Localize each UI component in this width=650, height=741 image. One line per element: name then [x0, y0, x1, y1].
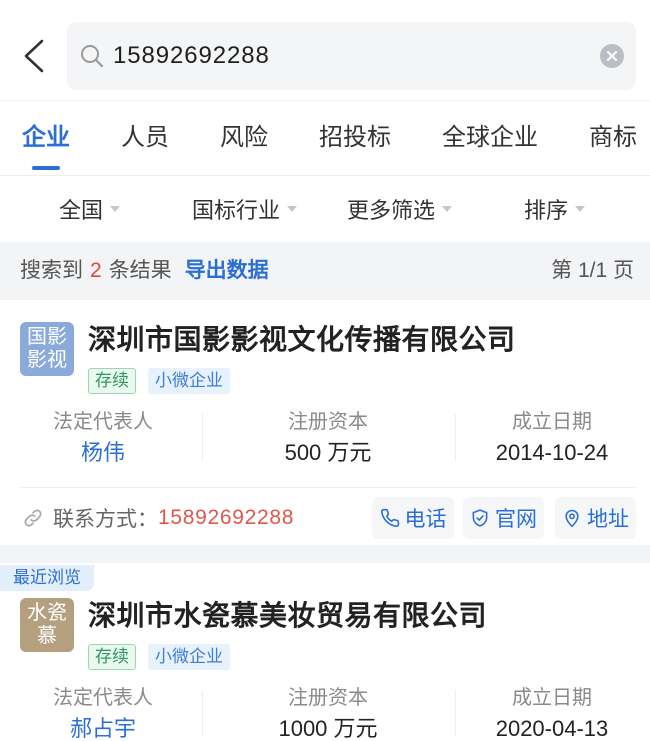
tab-global-company[interactable]: 全球企业 — [442, 102, 538, 174]
chevron-left-icon — [24, 39, 44, 73]
field-label: 注册资本 — [288, 687, 368, 709]
filter-label: 排序 — [523, 198, 568, 223]
website-button[interactable]: 官网 — [463, 497, 544, 539]
field-value: 500 万元 — [284, 440, 372, 465]
filter-sort[interactable]: 排序 — [477, 177, 632, 241]
caret-down-icon — [110, 206, 120, 212]
field-label: 注册资本 — [288, 411, 368, 433]
tabs-divider — [0, 175, 650, 176]
tab-trademark[interactable]: 商标 — [589, 102, 637, 174]
legal-representative-field: 法定代表人 杨伟 — [3, 410, 203, 464]
legal-representative-link[interactable]: 杨伟 — [3, 442, 203, 464]
result-count: 2 — [90, 259, 102, 282]
search-input[interactable] — [113, 22, 593, 90]
company-name[interactable]: 深圳市水瓷慕美妆贸易有限公司 — [88, 598, 487, 634]
contact-phone[interactable]: 15892692288 — [158, 506, 294, 530]
logo-text-line: 慕 — [37, 625, 57, 647]
search-icon — [81, 45, 104, 68]
contact-label: 联系方式： — [53, 508, 158, 531]
column-divider — [202, 690, 203, 736]
field-value: 2014-10-24 — [495, 440, 609, 465]
shield-check-icon — [472, 509, 488, 527]
card-body: 水瓷 慕 深圳市水瓷慕美妆贸易有限公司 存续 小微企业 法定代表人 郝占宇 注册… — [0, 598, 650, 741]
header-divider — [0, 100, 650, 101]
company-result-card[interactable]: 最近浏览 水瓷 慕 深圳市水瓷慕美妆贸易有限公司 存续 小微企业 法定代表人 郝… — [0, 563, 650, 741]
tab-company[interactable]: 企业 — [22, 102, 70, 174]
card-body: 国影 影视 深圳市国影影视文化传播有限公司 存续 小微企业 法定代表人 杨伟 注… — [0, 322, 650, 545]
caret-down-icon — [442, 206, 452, 212]
result-summary-bar: 搜索到 2 条结果 导出数据 第 1/1 页 — [0, 242, 650, 300]
field-label: 成立日期 — [512, 687, 592, 709]
logo-text-line: 影视 — [27, 349, 67, 371]
field-value: 1000 万元 — [278, 716, 378, 741]
contact-info: 联系方式： 15892692288 — [22, 501, 294, 535]
field-value: 2020-04-13 — [495, 716, 609, 741]
company-size-badge: 小微企业 — [148, 644, 230, 670]
recently-viewed-badge: 最近浏览 — [0, 565, 94, 591]
search-results-screen: 企业 人员 风险 招投标 全球企业 商标 全国 国标行业 更多筛选 排序 搜索到… — [0, 0, 650, 741]
caret-down-icon — [575, 206, 585, 212]
tab-risk[interactable]: 风险 — [220, 102, 268, 174]
export-data-link[interactable]: 导出数据 — [185, 259, 269, 282]
registered-capital-field: 注册资本 1000 万元 — [228, 686, 428, 740]
established-date-field: 成立日期 2014-10-24 — [452, 410, 650, 464]
result-count-text: 搜索到 2 条结果 导出数据 — [20, 242, 269, 300]
column-divider — [202, 414, 203, 460]
caret-down-icon — [287, 206, 297, 212]
filter-bar: 全国 国标行业 更多筛选 排序 — [12, 177, 632, 241]
company-logo: 国影 影视 — [20, 322, 74, 376]
category-tabs: 企业 人员 风险 招投标 全球企业 商标 — [22, 102, 637, 174]
tab-bidding[interactable]: 招投标 — [319, 102, 391, 174]
tab-people[interactable]: 人员 — [121, 102, 169, 174]
action-label: 电话 — [404, 508, 447, 531]
established-date-field: 成立日期 2020-04-13 — [452, 686, 650, 740]
call-button[interactable]: 电话 — [372, 497, 454, 539]
filter-industry[interactable]: 国标行业 — [167, 177, 322, 241]
company-tags: 存续 小微企业 — [88, 368, 230, 394]
page-indicator: 第 1/1 页 — [551, 259, 634, 282]
address-button[interactable]: 地址 — [555, 497, 636, 539]
card-divider — [20, 487, 636, 488]
link-icon — [24, 509, 42, 527]
action-label: 官网 — [495, 508, 537, 531]
filter-label: 更多筛选 — [346, 198, 435, 223]
filter-label: 全国 — [58, 198, 103, 223]
legal-representative-field: 法定代表人 郝占宇 — [3, 686, 203, 740]
search-bar[interactable] — [67, 22, 636, 90]
clear-circle-icon — [600, 44, 624, 68]
logo-text-line: 水瓷 — [27, 602, 67, 624]
company-result-card[interactable]: 国影 影视 深圳市国影影视文化传播有限公司 存续 小微企业 法定代表人 杨伟 注… — [0, 300, 650, 545]
company-tags: 存续 小微企业 — [88, 644, 230, 670]
status-badge: 存续 — [88, 368, 136, 394]
logo-text-line: 国影 — [27, 326, 67, 348]
status-badge: 存续 — [88, 644, 136, 670]
field-label: 法定代表人 — [53, 411, 153, 433]
filter-more[interactable]: 更多筛选 — [322, 177, 477, 241]
back-button[interactable] — [20, 38, 50, 74]
company-name[interactable]: 深圳市国影影视文化传播有限公司 — [88, 322, 516, 358]
filter-label: 国标行业 — [191, 198, 280, 223]
phone-icon — [380, 508, 399, 528]
card-separator — [0, 545, 650, 563]
filter-region[interactable]: 全国 — [12, 177, 167, 241]
location-pin-icon — [565, 509, 579, 528]
registered-capital-field: 注册资本 500 万元 — [228, 410, 428, 464]
action-label: 地址 — [587, 508, 629, 531]
field-label: 法定代表人 — [53, 687, 153, 709]
result-count-prefix: 搜索到 — [20, 259, 83, 282]
clear-search-button[interactable] — [600, 44, 624, 68]
company-logo: 水瓷 慕 — [20, 598, 74, 652]
legal-representative-link[interactable]: 郝占宇 — [3, 718, 203, 740]
result-count-suffix: 条结果 — [108, 259, 172, 282]
company-size-badge: 小微企业 — [148, 368, 230, 394]
field-label: 成立日期 — [512, 411, 592, 433]
